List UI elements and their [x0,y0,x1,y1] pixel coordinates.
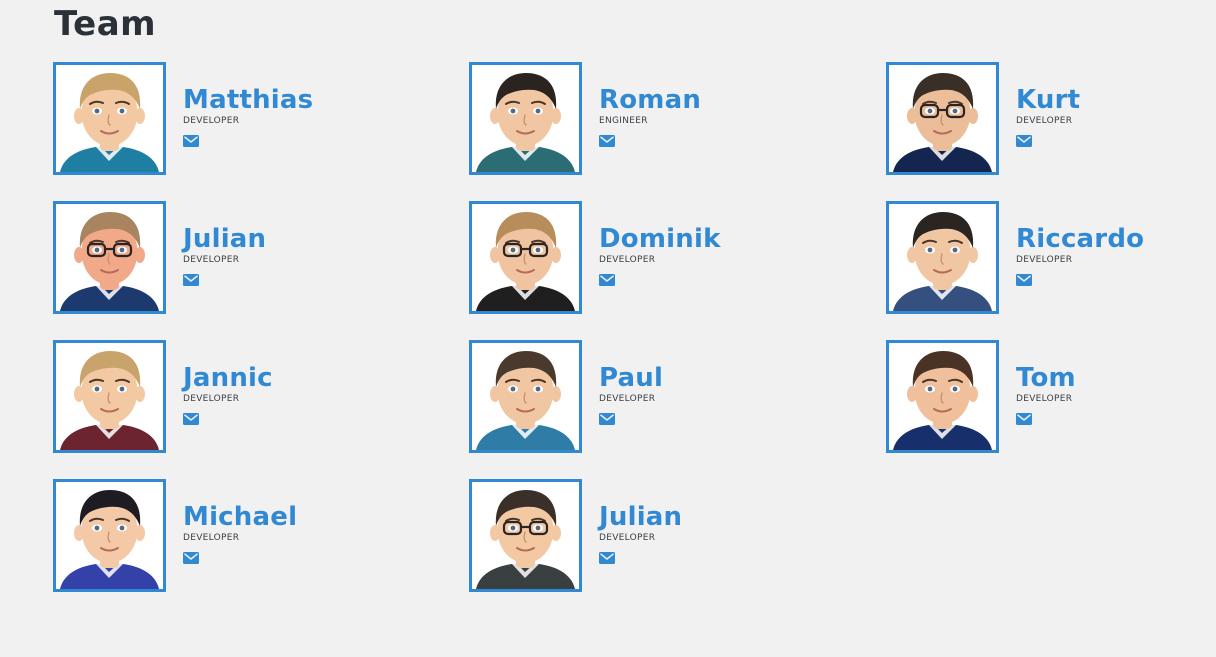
member-role: DEVELOPER [599,255,656,265]
team-member-card-5: Dominik DEVELOPER [469,201,886,314]
avatar-illustration [472,482,579,589]
member-role: ENGINEER [599,116,648,126]
member-info: Dominik DEVELOPER [599,201,721,286]
member-role: DEVELOPER [183,255,240,265]
member-name: Kurt [1016,85,1081,115]
member-avatar [53,62,166,175]
member-info: Julian DEVELOPER [599,479,682,564]
member-info: Michael DEVELOPER [183,479,297,564]
member-name: Riccardo [1016,224,1145,254]
team-member-card-9: Tom DEVELOPER [886,340,1163,453]
team-member-card-7: Jannic DEVELOPER [53,340,469,453]
avatar-illustration [889,204,996,311]
avatar-illustration [56,482,163,589]
team-member-card-6: Riccardo DEVELOPER [886,201,1163,314]
avatar-illustration [56,343,163,450]
team-member-card-10: Michael DEVELOPER [53,479,469,592]
envelope-icon[interactable] [599,413,615,425]
avatar-illustration [472,343,579,450]
member-info: Riccardo DEVELOPER [1016,201,1144,286]
member-avatar [53,201,166,314]
envelope-icon[interactable] [183,135,199,147]
member-name: Paul [599,363,664,393]
member-avatar [886,201,999,314]
member-info: Julian DEVELOPER [183,201,266,286]
envelope-icon[interactable] [1016,413,1032,425]
team-member-card-1: Matthias DEVELOPER [53,62,469,175]
member-role: DEVELOPER [1016,394,1073,404]
member-name: Michael [183,502,298,532]
member-name: Jannic [183,363,273,393]
member-info: Matthias DEVELOPER [183,62,313,147]
team-member-card-3: Kurt DEVELOPER [886,62,1163,175]
team-grid: Matthias DEVELOPER Roman ENGINEER Kurt D… [53,62,1163,592]
avatar-illustration [889,65,996,172]
member-name: Julian [599,502,683,532]
member-avatar [53,340,166,453]
envelope-icon[interactable] [1016,135,1032,147]
envelope-icon[interactable] [599,135,615,147]
team-member-card-4: Julian DEVELOPER [53,201,469,314]
member-name: Matthias [183,85,314,115]
member-name: Dominik [599,224,721,254]
member-info: Roman ENGINEER [599,62,701,147]
envelope-icon[interactable] [183,274,199,286]
member-avatar [886,340,999,453]
member-role: DEVELOPER [183,116,240,126]
member-avatar [469,340,582,453]
member-name: Tom [1016,363,1076,393]
avatar-illustration [889,343,996,450]
team-page: Team Matthias DEVELOPER Roman ENGINEER K… [0,0,1216,657]
member-role: DEVELOPER [183,533,240,543]
member-role: DEVELOPER [183,394,240,404]
avatar-illustration [56,65,163,172]
member-name: Julian [183,224,267,254]
avatar-illustration [56,204,163,311]
member-avatar [469,62,582,175]
team-member-card-2: Roman ENGINEER [469,62,886,175]
team-member-card-8: Paul DEVELOPER [469,340,886,453]
team-member-card-11: Julian DEVELOPER [469,479,886,592]
member-info: Kurt DEVELOPER [1016,62,1080,147]
member-avatar [469,479,582,592]
envelope-icon[interactable] [183,552,199,564]
member-role: DEVELOPER [599,394,656,404]
member-avatar [469,201,582,314]
member-avatar [886,62,999,175]
page-title: Team [54,4,157,44]
member-info: Tom DEVELOPER [1016,340,1076,425]
member-role: DEVELOPER [599,533,656,543]
member-avatar [53,479,166,592]
envelope-icon[interactable] [599,552,615,564]
avatar-illustration [472,204,579,311]
envelope-icon[interactable] [1016,274,1032,286]
member-role: DEVELOPER [1016,116,1073,126]
member-info: Paul DEVELOPER [599,340,663,425]
avatar-illustration [472,65,579,172]
member-name: Roman [599,85,702,115]
member-info: Jannic DEVELOPER [183,340,273,425]
member-role: DEVELOPER [1016,255,1073,265]
envelope-icon[interactable] [183,413,199,425]
envelope-icon[interactable] [599,274,615,286]
